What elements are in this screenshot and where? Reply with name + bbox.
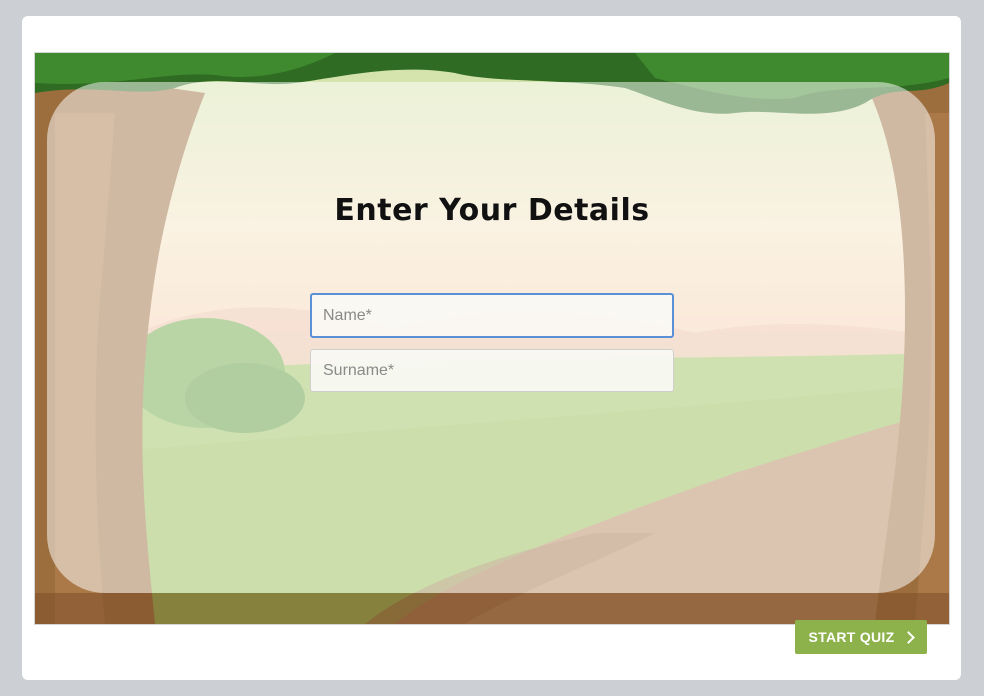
start-quiz-button[interactable]: START QUIZ (795, 620, 927, 654)
page-title: Enter Your Details (334, 193, 650, 228)
chevron-right-icon (902, 631, 916, 644)
name-input[interactable] (310, 293, 674, 338)
forest-background-stage: Enter Your Details (34, 52, 950, 625)
start-quiz-label: START QUIZ (808, 629, 895, 645)
surname-input[interactable] (310, 349, 674, 392)
quiz-card: Enter Your Details (22, 16, 961, 680)
